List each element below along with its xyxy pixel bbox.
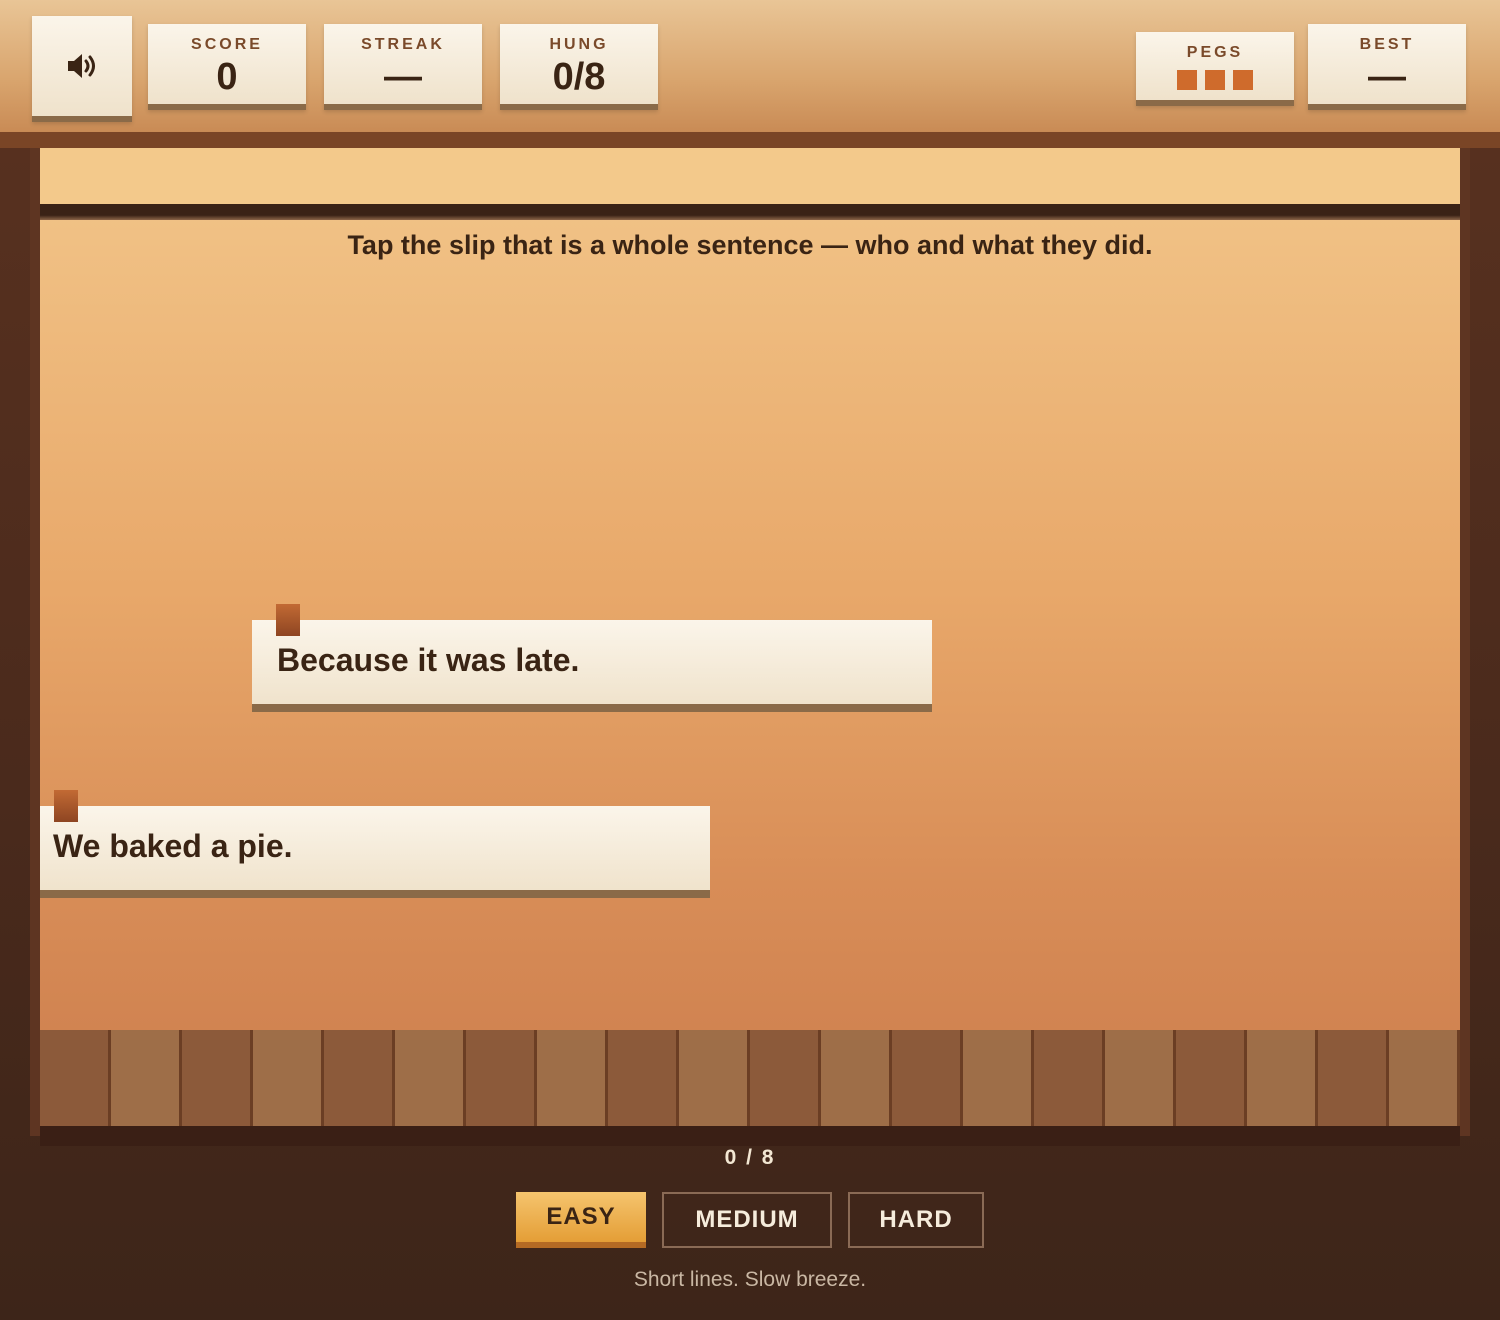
slip-text: We baked a pie.: [53, 828, 293, 864]
fence-plank: [963, 1030, 1034, 1126]
fence-plank: [1176, 1030, 1247, 1126]
fence-plank: [1247, 1030, 1318, 1126]
hung-tile: HUNG 0/8: [500, 24, 658, 110]
hud-bar: SCORE 0 STREAK — HUNG 0/8 PEGS BEST —: [0, 0, 1500, 132]
peg-icon: [1205, 70, 1225, 90]
difficulty-hard-button[interactable]: HARD: [848, 1192, 984, 1248]
sound-toggle-button[interactable]: [32, 16, 132, 122]
clothespin-icon: [54, 790, 78, 822]
instruction-prompt: Tap the slip that is a whole sentence — …: [347, 230, 1153, 260]
sentence-slip[interactable]: We baked a pie.: [40, 790, 710, 898]
fence-plank: [537, 1030, 608, 1126]
fence-plank: [892, 1030, 963, 1126]
fence-plank: [182, 1030, 253, 1126]
pegs-indicator: [1136, 70, 1294, 90]
streak-tile: STREAK —: [324, 24, 482, 110]
fence-plank: [253, 1030, 324, 1126]
board-top-strip: [40, 148, 1460, 204]
hud-divider: [0, 132, 1500, 148]
fence-plank: [466, 1030, 537, 1126]
pegs-tile: PEGS: [1136, 32, 1294, 106]
best-tile: BEST —: [1308, 24, 1466, 110]
peg-icon: [1233, 70, 1253, 90]
fence-plank: [750, 1030, 821, 1126]
fence-plank: [821, 1030, 892, 1126]
fence-plank: [1389, 1030, 1460, 1126]
difficulty-easy-button[interactable]: EASY: [516, 1192, 646, 1248]
fence-plank: [324, 1030, 395, 1126]
streak-label: STREAK: [361, 36, 445, 53]
clothespin-icon: [276, 604, 300, 636]
streak-value: —: [384, 56, 422, 98]
fence-plank: [679, 1030, 750, 1126]
round-progress: 0 / 8: [724, 1146, 776, 1169]
hung-label: HUNG: [549, 36, 609, 53]
fence-plank: [1105, 1030, 1176, 1126]
difficulty-caption: Short lines. Slow breeze.: [633, 1268, 867, 1291]
fence-plank: [395, 1030, 466, 1126]
clothesline: [40, 204, 1460, 220]
fence-base: [40, 1126, 1460, 1146]
fence-plank: [1034, 1030, 1105, 1126]
fence-plank: [40, 1030, 111, 1126]
pegs-label: PEGS: [1186, 44, 1244, 61]
score-value: 0: [216, 56, 238, 98]
best-value: —: [1368, 56, 1406, 98]
speaker-icon: [68, 54, 95, 78]
peg-icon: [1177, 70, 1197, 90]
best-label: BEST: [1359, 36, 1415, 53]
game-board: Tap the slip that is a whole sentence — …: [40, 148, 1460, 1130]
score-tile: SCORE 0: [148, 24, 306, 110]
fence-plank: [111, 1030, 182, 1126]
fence-plank: [1318, 1030, 1389, 1126]
fence-plank: [608, 1030, 679, 1126]
hung-value: 0/8: [552, 56, 606, 98]
difficulty-medium-button[interactable]: MEDIUM: [662, 1192, 832, 1248]
wooden-fence: [40, 1030, 1460, 1126]
score-label: SCORE: [191, 36, 263, 53]
slip-text: Because it was late.: [277, 642, 580, 678]
sentence-slip[interactable]: Because it was late.: [252, 604, 932, 712]
